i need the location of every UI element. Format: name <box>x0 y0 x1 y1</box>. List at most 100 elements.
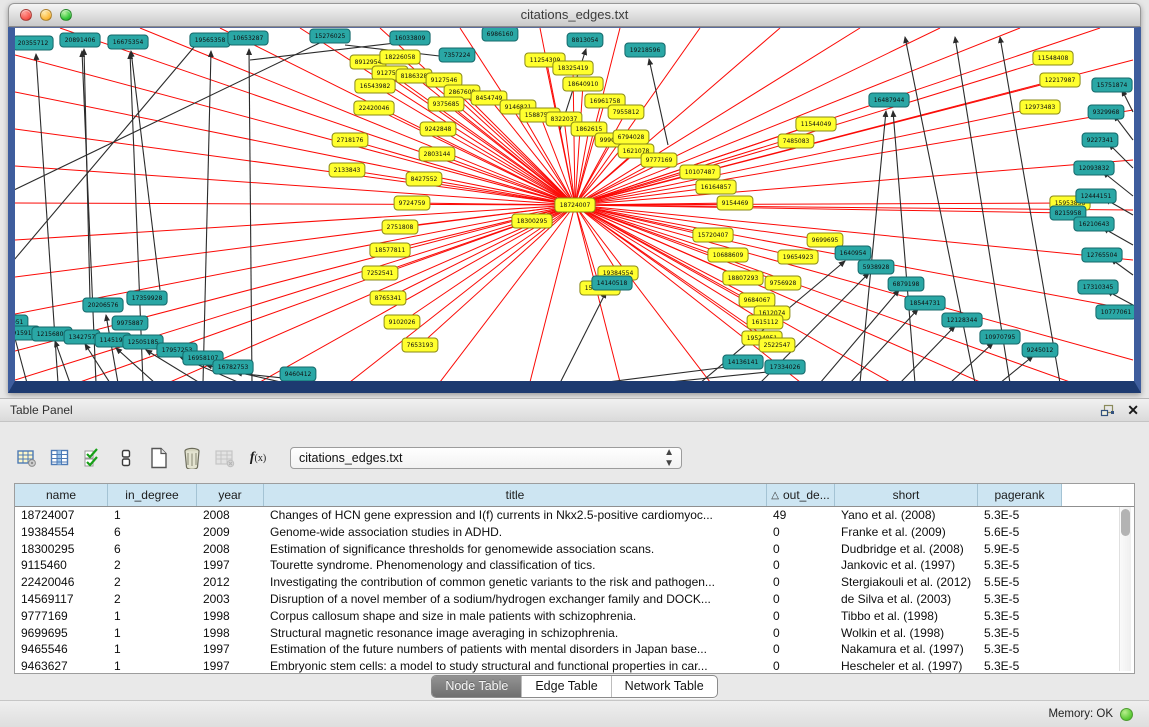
column-header-pagerank[interactable]: pagerank <box>978 484 1062 506</box>
external-node[interactable]: 9245012 <box>1022 343 1058 357</box>
table-row[interactable]: 2242004622012Investigating the contribut… <box>15 574 1134 591</box>
cell-year[interactable]: 2009 <box>197 524 264 541</box>
table-row[interactable]: 977716911998Corpus callosum shape and si… <box>15 608 1134 625</box>
external-node[interactable]: 16033809 <box>390 31 430 45</box>
cell-out_de[interactable]: 0 <box>767 524 835 541</box>
cell-title[interactable]: Tourette syndrome. Phenomenology and cla… <box>264 557 767 574</box>
external-node[interactable]: 19565358 <box>190 33 230 47</box>
create-table-icon[interactable] <box>148 447 170 469</box>
cell-short[interactable]: Dudbridge et al. (2008) <box>835 541 978 558</box>
cell-year[interactable]: 2012 <box>197 574 264 591</box>
function-builder-icon[interactable]: f(x) <box>247 447 269 469</box>
paper-node[interactable]: 10688609 <box>708 248 748 262</box>
cell-name[interactable]: 18300295 <box>15 541 108 558</box>
paper-node[interactable]: 18807293 <box>723 271 763 285</box>
external-node[interactable]: 6879198 <box>888 277 924 291</box>
paper-node[interactable]: 7653193 <box>402 338 438 352</box>
paper-node[interactable]: 16164857 <box>696 180 736 194</box>
external-node[interactable]: 16487944 <box>869 93 909 107</box>
external-node[interactable]: 17359928 <box>127 291 167 305</box>
external-node[interactable]: 12765504 <box>1082 248 1122 262</box>
external-node[interactable]: 12444151 <box>1076 189 1116 203</box>
external-node[interactable]: 20891406 <box>60 33 100 47</box>
close-window-button[interactable] <box>20 9 32 21</box>
tab-edge-table[interactable]: Edge Table <box>521 676 610 697</box>
table-panel-header[interactable]: Table Panel ✕ <box>0 399 1149 422</box>
float-panel-icon[interactable] <box>1100 404 1115 417</box>
external-node[interactable]: 17334026 <box>765 360 805 374</box>
paper-node[interactable]: 9102026 <box>384 315 420 329</box>
cell-in_degree[interactable]: 6 <box>108 541 197 558</box>
paper-node[interactable]: 9777169 <box>641 153 677 167</box>
cell-title[interactable]: Structural magnetic resonance image aver… <box>264 625 767 642</box>
paper-node[interactable]: 1615112 <box>747 315 783 329</box>
tab-node-table[interactable]: Node Table <box>432 676 521 697</box>
external-node[interactable]: 16782753 <box>213 360 253 374</box>
external-node[interactable]: 15276025 <box>310 29 350 43</box>
cell-name[interactable]: 9699695 <box>15 625 108 642</box>
table-row[interactable]: 1872400712008Changes of HCN gene express… <box>15 507 1134 524</box>
external-node[interactable]: 15751874 <box>1092 78 1132 92</box>
external-node[interactable]: 20355712 <box>15 36 53 50</box>
cell-in_degree[interactable]: 1 <box>108 625 197 642</box>
column-header-name[interactable]: name <box>15 484 108 506</box>
column-header-title[interactable]: title <box>264 484 767 506</box>
cell-short[interactable]: Jankovic et al. (1997) <box>835 557 978 574</box>
memory-status-indicator[interactable] <box>1120 708 1133 721</box>
cell-in_degree[interactable]: 2 <box>108 591 197 608</box>
cell-short[interactable]: Yano et al. (2008) <box>835 507 978 524</box>
external-node[interactable]: 9975887 <box>112 316 148 330</box>
scrollbar-thumb[interactable] <box>1121 509 1130 536</box>
cell-pagerank[interactable]: 5.3E-5 <box>978 608 1062 625</box>
cell-year[interactable]: 2008 <box>197 541 264 558</box>
cell-pagerank[interactable]: 5.3E-5 <box>978 658 1062 674</box>
external-node[interactable]: 12093832 <box>1074 161 1114 175</box>
paper-node[interactable]: 9375685 <box>428 97 464 111</box>
cell-title[interactable]: Genome-wide association studies in ADHD. <box>264 524 767 541</box>
cell-pagerank[interactable]: 5.5E-5 <box>978 574 1062 591</box>
cell-title[interactable]: Embryonic stem cells: a model to study s… <box>264 658 767 674</box>
cell-name[interactable]: 22420046 <box>15 574 108 591</box>
minimize-window-button[interactable] <box>40 9 52 21</box>
cell-year[interactable]: 1997 <box>197 658 264 674</box>
show-columns-icon[interactable] <box>49 447 71 469</box>
external-node[interactable]: 9329968 <box>1088 105 1124 119</box>
network-canvas[interactable]: 8912954182260589127508165439828186328912… <box>15 28 1134 381</box>
paper-node[interactable]: 7955812 <box>608 105 644 119</box>
external-node[interactable]: 9227341 <box>1082 133 1118 147</box>
cell-short[interactable]: Franke et al. (2009) <box>835 524 978 541</box>
table-row[interactable]: 1938455462009Genome-wide association stu… <box>15 524 1134 541</box>
cell-name[interactable]: 9777169 <box>15 608 108 625</box>
external-node[interactable]: 9460412 <box>280 367 316 381</box>
external-node[interactable]: 20206576 <box>83 298 123 312</box>
external-node[interactable]: 14140518 <box>592 276 632 290</box>
cell-pagerank[interactable]: 5.3E-5 <box>978 507 1062 524</box>
paper-node[interactable]: 9724759 <box>394 196 430 210</box>
cell-short[interactable]: Hescheler et al. (1997) <box>835 658 978 674</box>
table-row[interactable]: 946362711997Embryonic stem cells: a mode… <box>15 658 1134 674</box>
cell-out_de[interactable]: 0 <box>767 574 835 591</box>
cell-pagerank[interactable]: 5.3E-5 <box>978 641 1062 658</box>
delete-table-icon[interactable] <box>181 447 203 469</box>
paper-node[interactable]: 2718176 <box>332 133 368 147</box>
paper-node[interactable]: 10107487 <box>680 165 720 179</box>
paper-node[interactable]: 9684067 <box>739 293 775 307</box>
column-header-in_degree[interactable]: in_degree <box>108 484 197 506</box>
table-vertical-scrollbar[interactable] <box>1119 507 1131 671</box>
paper-node[interactable]: 18226058 <box>380 50 420 64</box>
paper-node[interactable]: 11548408 <box>1033 51 1073 65</box>
cell-short[interactable]: de Silva et al. (2003) <box>835 591 978 608</box>
paper-node[interactable]: 9756928 <box>765 276 801 290</box>
cell-short[interactable]: Nakamura et al. (1997) <box>835 641 978 658</box>
cell-out_de[interactable]: 49 <box>767 507 835 524</box>
paper-node[interactable]: 9699695 <box>807 233 843 247</box>
cell-short[interactable]: Tibbo et al. (1998) <box>835 608 978 625</box>
cell-title[interactable]: Corpus callosum shape and size in male p… <box>264 608 767 625</box>
external-node[interactable]: 7357224 <box>439 48 475 62</box>
cell-title[interactable]: Disruption of a novel member of a sodium… <box>264 591 767 608</box>
cell-pagerank[interactable]: 5.3E-5 <box>978 591 1062 608</box>
cell-out_de[interactable]: 0 <box>767 641 835 658</box>
cell-out_de[interactable]: 0 <box>767 608 835 625</box>
cell-short[interactable]: Wolkin et al. (1998) <box>835 625 978 642</box>
paper-node[interactable]: 16543982 <box>355 79 395 93</box>
